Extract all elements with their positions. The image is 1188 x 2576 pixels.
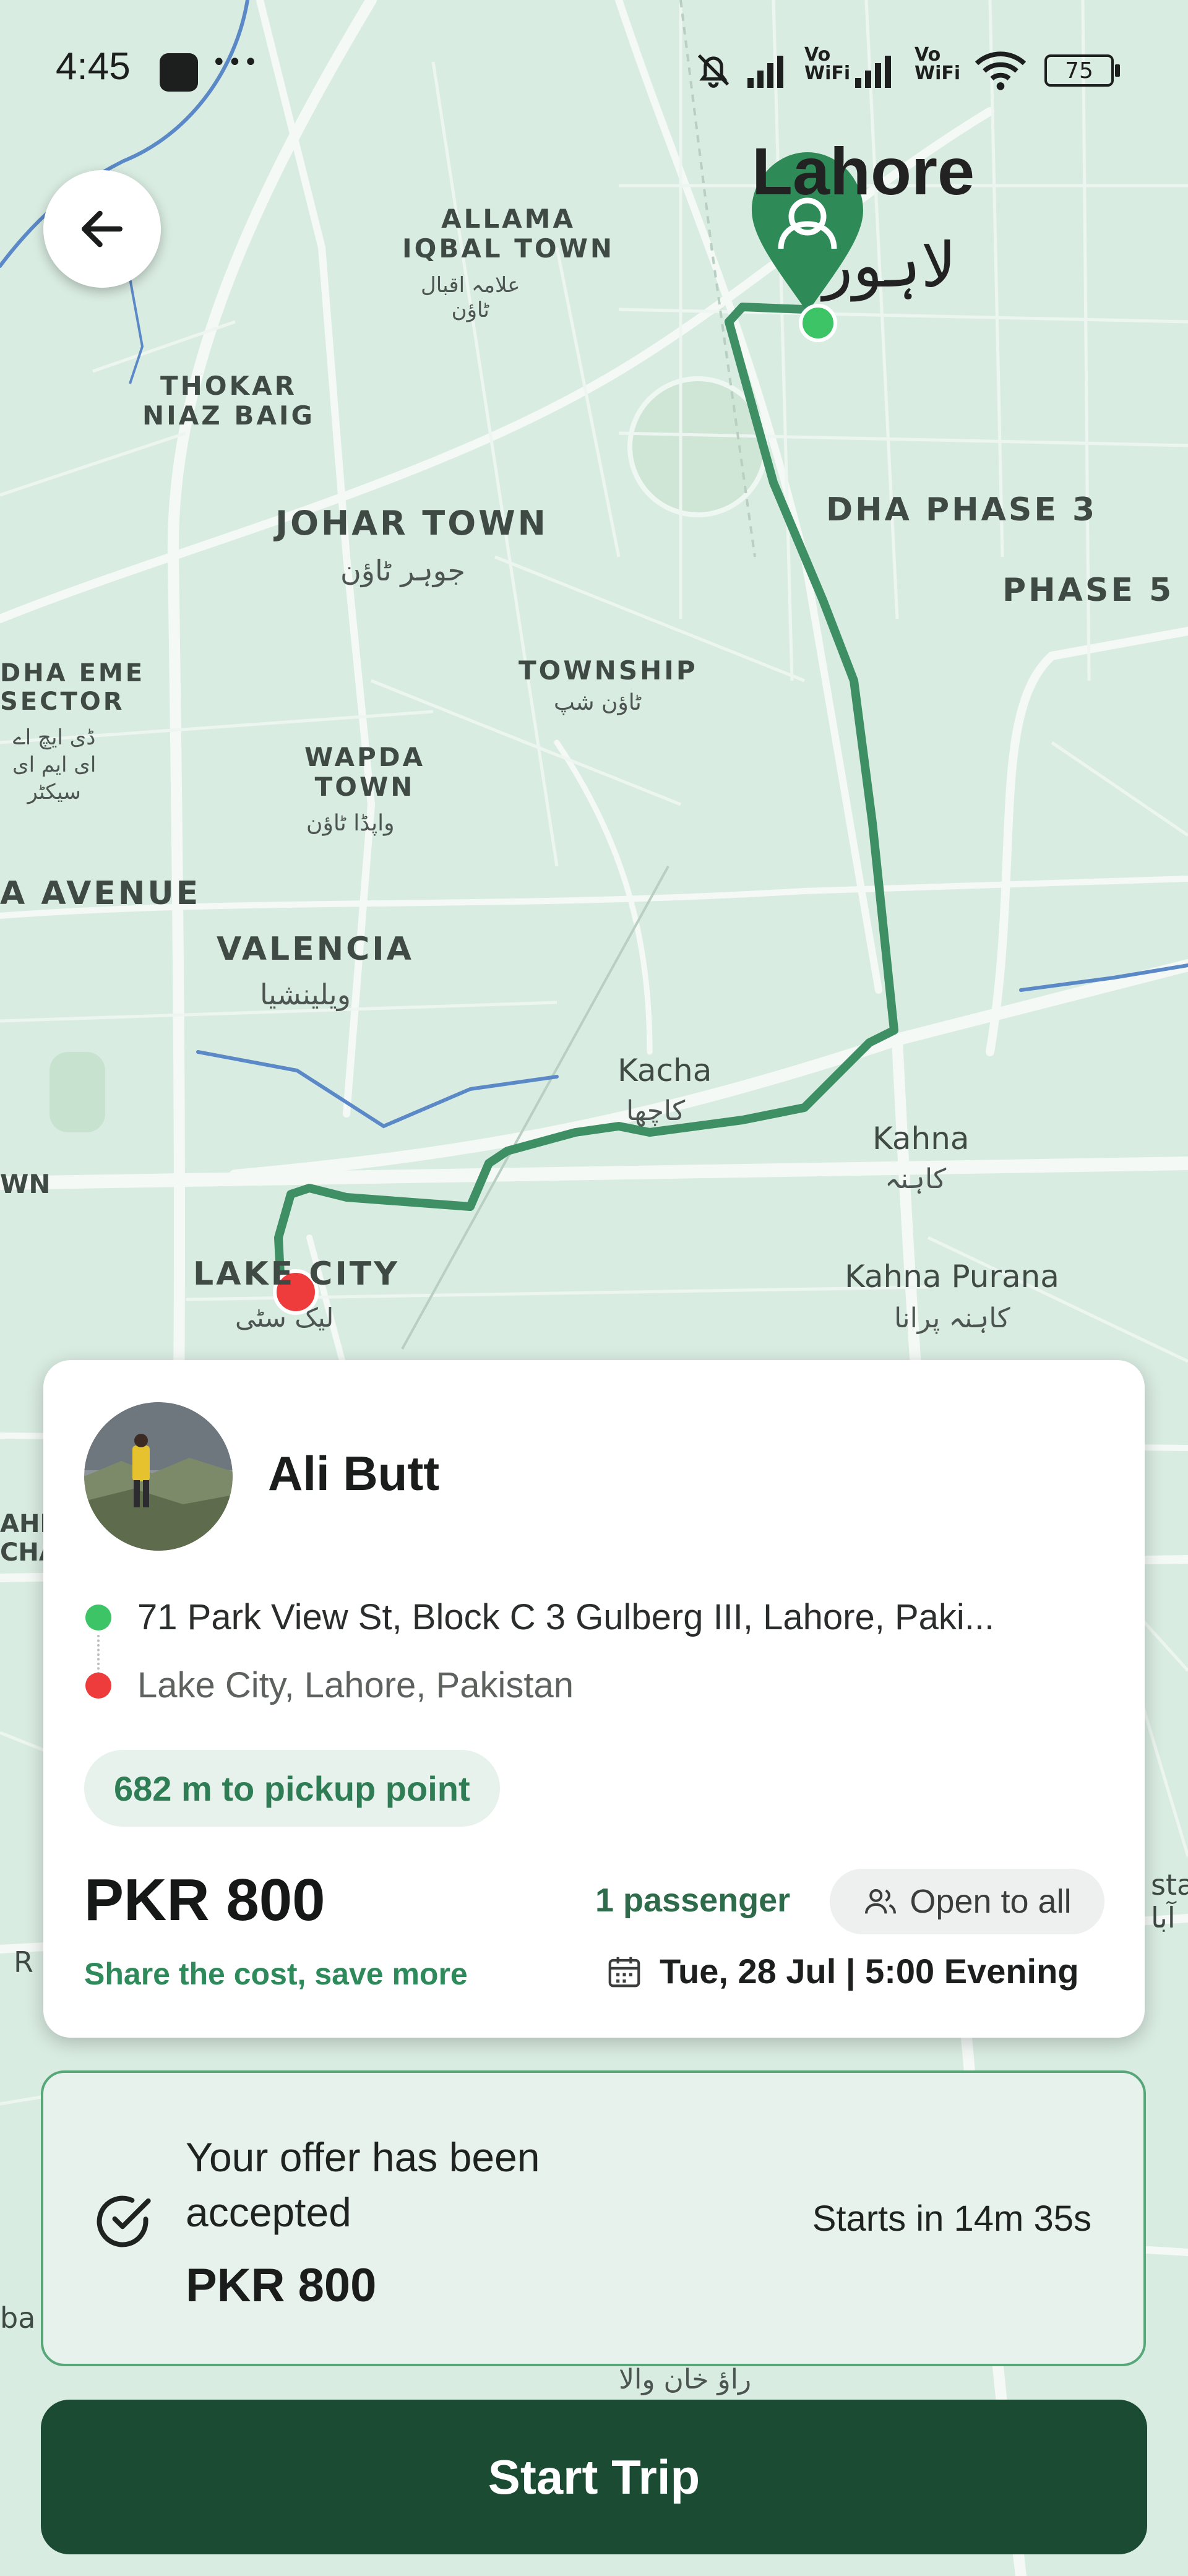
map-label-wapda: WAPDA TOWN xyxy=(304,742,426,803)
passenger-count: 1 passenger xyxy=(595,1882,791,1919)
offer-price: PKR 800 xyxy=(186,2259,377,2312)
map-label-johar: JOHAR TOWN xyxy=(275,504,548,543)
map-label-dha-eme-urdu: ڈی ایچ اے ای ایم ای سیکٹر xyxy=(12,725,97,805)
offer-countdown: Starts in 14m 35s xyxy=(812,2199,1091,2239)
mute-icon xyxy=(697,54,730,88)
wifi-icon xyxy=(975,51,1027,90)
offer-title: Your offer has been accepted xyxy=(186,2134,540,2236)
trip-price: PKR 800 xyxy=(84,1867,325,1933)
map-label-lahore: Lahore xyxy=(752,134,975,209)
pickup-address: 71 Park View St, Block C 3 Gulberg III, … xyxy=(137,1597,995,1637)
map-label-rao-khan: راؤ خان والا xyxy=(619,2364,752,2395)
more-notifications-icon: ••• xyxy=(212,48,259,77)
map-label-thokar: THOKAR NIAZ BAIG xyxy=(142,371,315,431)
map-label-kacha-urdu: کاچھا xyxy=(626,1095,686,1127)
map-label-johar-urdu: جوہر ٹاؤن xyxy=(340,554,465,587)
map-label-allama-iqbal-urdu: علامہ اقبال ٹاؤن xyxy=(421,273,520,322)
map-label-lake-city: LAKE CITY xyxy=(193,1256,400,1293)
pickup-distance-badge: 682 m to pickup point xyxy=(84,1750,500,1827)
dropoff-dot xyxy=(85,1673,111,1699)
map-label-lake-city-urdu: لیک سٹی xyxy=(235,1303,334,1333)
avatar[interactable] xyxy=(84,1402,233,1551)
offer-accepted-banner: Your offer has been accepted PKR 800 Sta… xyxy=(41,2070,1146,2366)
visibility-label: Open to all xyxy=(910,1883,1072,1920)
map-label-edge-sta: sta آبا xyxy=(1151,1868,1188,1934)
map-label-kahna: Kahna xyxy=(872,1121,970,1157)
map-label-dha-eme: DHA EME SECTOR xyxy=(0,659,145,716)
map-label-valencia: VALENCIA xyxy=(217,931,414,968)
avatar-photo xyxy=(84,1402,233,1551)
datetime-label: Tue, 28 Jul | 5:00 Evening xyxy=(660,1952,1079,1991)
battery-icon: 75 xyxy=(1044,54,1114,87)
map-label-wn: WN xyxy=(0,1169,51,1199)
back-button[interactable] xyxy=(43,170,161,288)
map-label-kahna-urdu: کاہنہ xyxy=(885,1163,947,1195)
map-label-phase-5: PHASE 5 xyxy=(1002,572,1174,609)
signal-icon-2 xyxy=(855,56,891,88)
status-bar: 4:45 ••• Vo WiFi Vo WiFi 75 xyxy=(0,0,1188,142)
route-connector xyxy=(97,1635,100,1674)
trip-card: Ali Butt 71 Park View St, Block C 3 Gulb… xyxy=(43,1360,1145,2038)
users-icon xyxy=(865,1889,897,1914)
vowifi-label-2: Vo WiFi xyxy=(915,44,961,84)
pickup-dot xyxy=(85,1605,111,1630)
calendar-icon xyxy=(608,1957,640,1987)
map-label-lahore-urdu: لاہور xyxy=(823,229,957,301)
map-label-kahna-purana: Kahna Purana xyxy=(845,1259,1059,1294)
status-time: 4:45 xyxy=(56,45,131,88)
trip-datetime: Tue, 28 Jul | 5:00 Evening xyxy=(605,1951,1079,1991)
visibility-badge: Open to all xyxy=(830,1869,1104,1934)
rider-name: Ali Butt xyxy=(268,1446,440,1501)
battery-tip xyxy=(1115,64,1120,77)
map-label-wapda-urdu: واپڈا ٹاؤن xyxy=(306,811,395,836)
share-tagline: Share the cost, save more xyxy=(84,1957,468,1991)
map-label-avenue: A AVENUE xyxy=(0,875,201,912)
map-label-edge-ba: ba xyxy=(0,2301,36,2335)
map-label-township-urdu: ٹاؤن شپ xyxy=(554,690,642,715)
map-label-dha-phase-3: DHA PHASE 3 xyxy=(826,491,1098,528)
signal-icon-1 xyxy=(747,56,783,88)
map-label-allama-iqbal: ALLAMA IQBAL TOWN xyxy=(402,204,615,264)
map-label-edge-r: R xyxy=(14,1945,33,1979)
notification-app-icon xyxy=(160,53,198,92)
battery-level: 75 xyxy=(1065,58,1093,84)
start-trip-button[interactable]: Start Trip xyxy=(41,2400,1147,2554)
map-label-township: TOWNSHIP xyxy=(519,655,698,686)
check-circle-icon xyxy=(97,2195,151,2247)
arrow-left-icon xyxy=(82,210,123,248)
map-label-kahna-purana-urdu: کاہنہ پرانا xyxy=(894,1303,1010,1334)
map-label-kacha: Kacha xyxy=(618,1053,712,1088)
map-label-valencia-urdu: ویلینشیا xyxy=(260,978,351,1011)
dropoff-address: Lake City, Lahore, Pakistan xyxy=(137,1665,574,1705)
vowifi-label-1: Vo WiFi xyxy=(804,44,851,84)
